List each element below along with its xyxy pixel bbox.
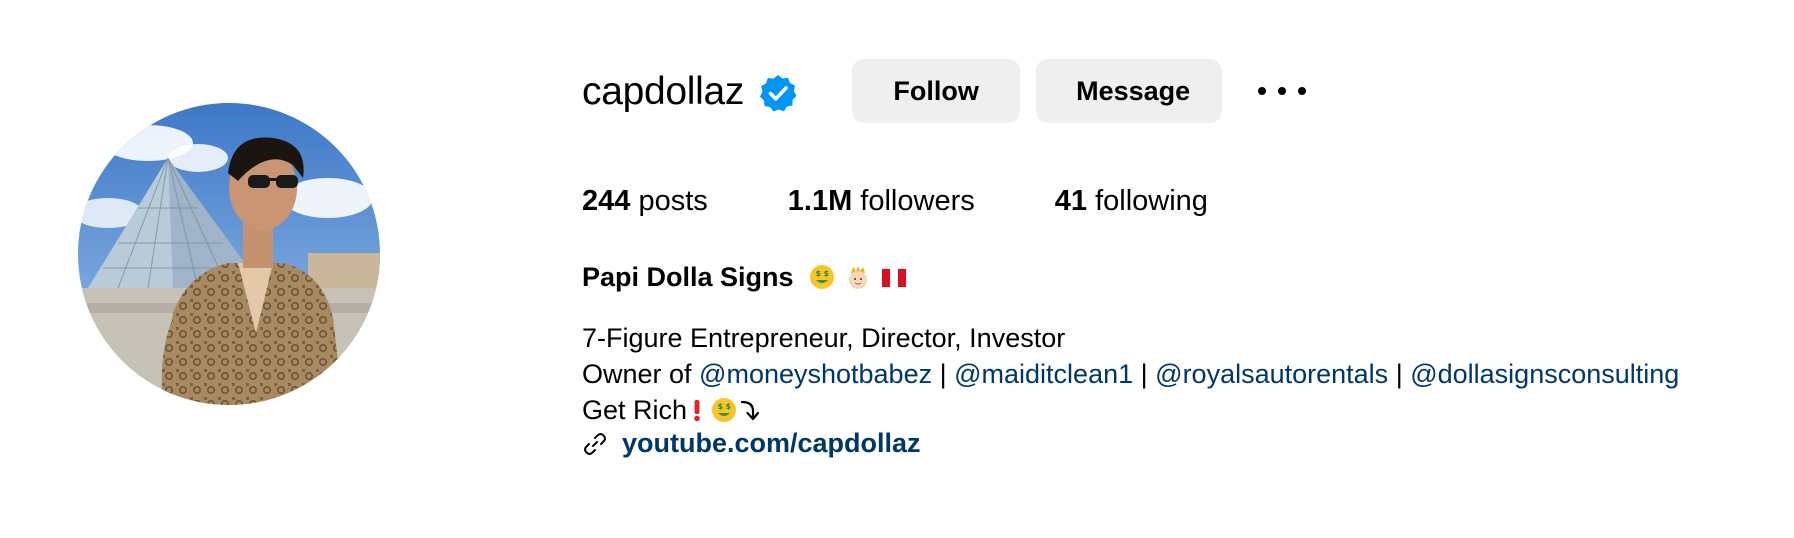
posts-label: posts (630, 185, 708, 217)
dot-icon (1298, 87, 1307, 95)
follow-button[interactable]: Follow (852, 59, 1021, 123)
followers-label: followers (852, 185, 975, 217)
more-options-icon[interactable] (1258, 71, 1307, 111)
message-button[interactable]: Message (1036, 59, 1223, 123)
separator: | (1388, 359, 1411, 389)
username: capdollaz (582, 69, 745, 113)
mention-link[interactable]: @royalsautorentals (1155, 359, 1388, 389)
bio-line-3-text: Get Rich (582, 395, 688, 425)
separator: | (1133, 359, 1156, 389)
bio-line-3: Get Rich $ $ (582, 392, 1679, 428)
bio: 7-Figure Entrepreneur, Director, Investo… (582, 320, 1679, 428)
svg-text:$: $ (726, 402, 732, 411)
prince-emoji-icon (845, 264, 871, 290)
peru-flag-icon (882, 261, 907, 287)
following-stat[interactable]: 41 following (1055, 183, 1208, 219)
full-name: Papi Dolla Signs (582, 262, 794, 292)
svg-text:$: $ (718, 402, 724, 411)
bio-line-2: Owner of @moneyshotbabez | @maiditclean1… (582, 356, 1679, 392)
owner-prefix: Owner of (582, 359, 700, 389)
followers-stat[interactable]: 1.1M followers (788, 183, 975, 219)
mention-link[interactable]: @maiditclean1 (954, 359, 1133, 389)
posts-stat: 244 posts (582, 183, 708, 219)
verified-badge-icon (758, 73, 798, 113)
money-mouth-emoji-icon: $ $ (809, 264, 835, 290)
svg-text:$: $ (816, 269, 822, 278)
avatar[interactable] (78, 103, 380, 405)
link-icon (584, 432, 606, 455)
posts-count: 244 (582, 185, 631, 217)
separator: | (932, 359, 955, 389)
external-link[interactable]: youtube.com/capdollaz (582, 428, 921, 459)
dot-icon (1278, 87, 1287, 95)
followers-count: 1.1M (787, 185, 853, 217)
money-mouth-emoji-icon: $ $ (711, 396, 737, 422)
avatar-image (78, 103, 380, 405)
mention-link[interactable]: @moneyshotbabez (699, 359, 932, 389)
mention-link[interactable]: @dollasignsconsulting (1410, 359, 1679, 389)
following-label: following (1087, 185, 1208, 217)
svg-text:$: $ (824, 269, 830, 278)
profile-page: capdollaz Follow Message 244 posts 1.1M … (0, 0, 1794, 538)
profile-stats: 244 posts 1.1M followers 41 following (582, 183, 1288, 219)
dot-icon (1258, 87, 1267, 95)
profile-header: capdollaz Follow Message (582, 58, 1307, 124)
link-text: youtube.com/capdollaz (622, 428, 921, 458)
following-count: 41 (1054, 185, 1088, 217)
arrow-down-icon (739, 396, 760, 422)
bio-line-1: 7-Figure Entrepreneur, Director, Investo… (582, 323, 1066, 353)
full-name-row: Papi Dolla Signs $ $ (582, 260, 907, 294)
exclamation-icon (691, 396, 703, 422)
